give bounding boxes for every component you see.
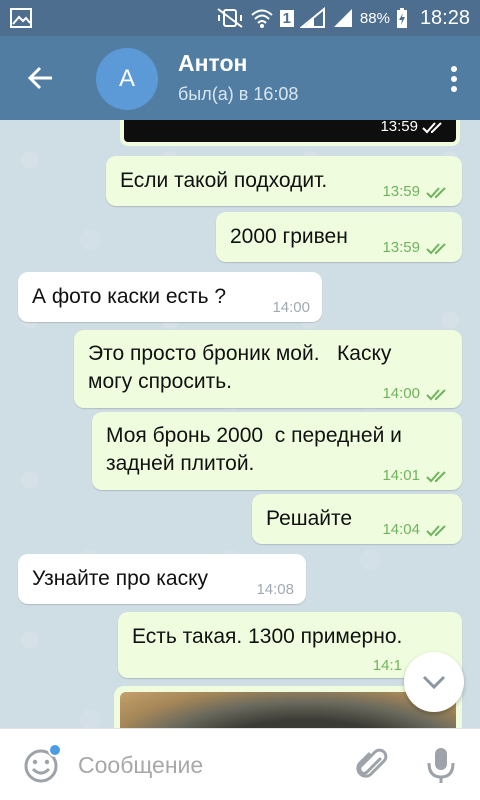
message-list[interactable]: 13:59 Если такой подходит. 13:59 2000 гр… xyxy=(0,120,480,728)
clock: 18:28 xyxy=(419,6,470,29)
signal-icon-2 xyxy=(333,9,352,27)
battery-percent: 88% xyxy=(359,9,390,27)
message-meta: 13:59 xyxy=(382,234,450,262)
avatar[interactable]: A xyxy=(96,48,158,110)
composer xyxy=(0,728,480,800)
microphone-icon[interactable] xyxy=(424,745,458,785)
message-input[interactable] xyxy=(78,745,338,785)
chat-header: A Антон был(а) в 16:08 xyxy=(0,36,480,120)
message-bubble-incoming[interactable]: Узнайте про каску 14:08 xyxy=(18,554,306,604)
signal-icon xyxy=(299,7,325,28)
message-text: Решайте xyxy=(266,507,353,530)
message-meta: 13:59 xyxy=(380,120,446,135)
wifi-icon xyxy=(250,9,273,28)
gallery-notification-icon xyxy=(10,8,32,28)
photo-message[interactable]: 13:59 xyxy=(120,120,460,146)
vibrate-mute-icon xyxy=(216,8,243,28)
paperclip-icon[interactable] xyxy=(354,747,390,783)
message-text-line-2: задней плитой. xyxy=(106,452,255,475)
message-text: Есть такая. 1300 примерно. xyxy=(132,625,403,648)
message-text: Узнайте про каску xyxy=(32,567,209,590)
status-bar: 1 88% 18:28 xyxy=(0,0,480,36)
message-meta: 14:04 xyxy=(382,516,450,544)
message-text: Если такой подходит. xyxy=(120,169,328,192)
message-meta: 14:00 xyxy=(382,380,450,408)
message-meta: 13:59 xyxy=(382,178,450,206)
message-text-line-2: могу спросить. xyxy=(88,370,232,393)
message-bubble-outgoing[interactable]: Это просто броник мой. Каску могу спроси… xyxy=(74,330,462,408)
message-meta: 14:08 xyxy=(256,581,294,598)
message-meta: 14:01 xyxy=(382,462,450,490)
message-bubble-outgoing[interactable]: Моя бронь 2000 с передней и задней плито… xyxy=(92,412,462,490)
sim-indicator: 1 xyxy=(279,9,294,27)
message-text-line-1: Моя бронь 2000 с передней и xyxy=(106,424,402,447)
message-bubble-outgoing[interactable]: 2000 гривен 13:59 xyxy=(216,212,462,262)
double-check-icon xyxy=(426,243,446,255)
more-options-icon[interactable] xyxy=(448,64,460,94)
message-bubble-incoming[interactable]: А фото каски есть ? 14:00 xyxy=(18,272,322,322)
message-text: 2000 гривен xyxy=(230,225,348,248)
battery-charging-icon xyxy=(396,8,407,28)
message-meta: 14:1 xyxy=(372,657,402,674)
double-check-icon xyxy=(422,121,442,133)
message-text: А фото каски есть ? xyxy=(32,285,227,308)
message-text-line-1: Это просто броник мой. Каску xyxy=(88,342,392,365)
scroll-down-button[interactable] xyxy=(404,652,464,712)
message-bubble-outgoing[interactable]: Решайте 14:04 xyxy=(252,494,462,544)
photo-preview[interactable] xyxy=(120,692,456,728)
chevron-down-icon xyxy=(422,675,446,690)
message-bubble-outgoing[interactable]: Если такой подходит. 13:59 xyxy=(106,156,462,206)
double-check-icon xyxy=(426,471,446,483)
double-check-icon xyxy=(426,525,446,537)
chat-title[interactable]: Антон xyxy=(178,50,247,77)
emoji-badge-dot xyxy=(48,743,62,757)
back-arrow-icon[interactable] xyxy=(22,60,58,96)
double-check-icon xyxy=(426,187,446,199)
message-meta: 14:00 xyxy=(272,299,310,316)
double-check-icon xyxy=(426,389,446,401)
last-seen-status: был(а) в 16:08 xyxy=(178,84,299,104)
